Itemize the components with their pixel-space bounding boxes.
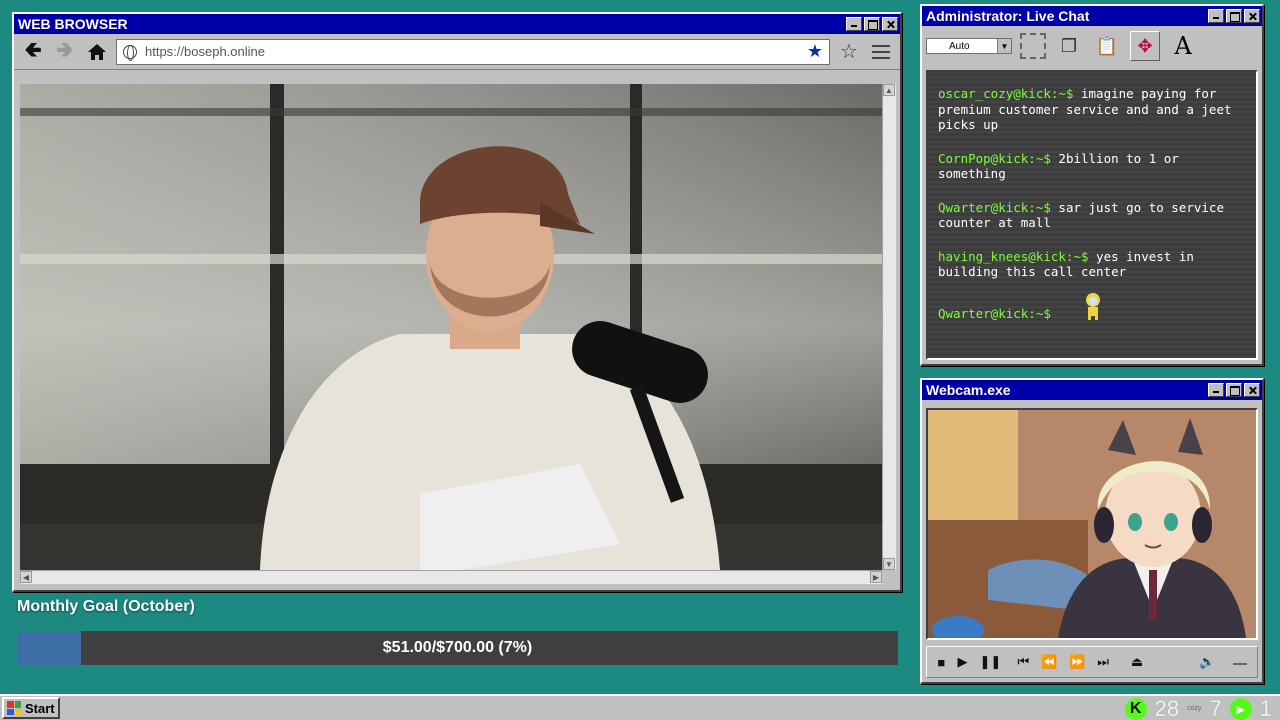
minimize-button[interactable]: [846, 17, 862, 31]
webcam-window: Webcam.exe ■ ▶ ❚❚ ⏮ ⏪ ⏩ ⏭ ⏏ 🔈: [920, 378, 1264, 684]
webcam-view: [926, 408, 1258, 640]
eject-icon[interactable]: ⏏: [1131, 654, 1143, 670]
fast-forward-icon[interactable]: ⏩: [1069, 654, 1085, 670]
scroll-down-icon[interactable]: ▼: [883, 558, 895, 570]
video-frame: [20, 84, 882, 570]
start-label: Start: [25, 700, 55, 716]
vtuber-avatar-image: [928, 410, 1256, 638]
scroll-right-icon[interactable]: ▶: [870, 571, 882, 583]
system-tray: K 28 cozy 7 ▶ 1: [1124, 696, 1272, 720]
move-icon[interactable]: ✥: [1130, 31, 1160, 61]
star-outline-icon: ☆: [840, 41, 858, 63]
play-circle-icon[interactable]: ▶: [1229, 698, 1252, 720]
scroll-up-icon[interactable]: ▲: [883, 84, 895, 96]
close-button[interactable]: [1244, 383, 1260, 397]
taskbar: Start K 28 cozy 7 ▶ 1: [0, 694, 1280, 720]
browser-toolbar: 🢀 🢂 https://boseph.online ★ ☆: [14, 34, 900, 70]
minimize-button[interactable]: [1208, 383, 1224, 397]
prompt-username: Qwarter@kick:~$: [938, 305, 1051, 321]
chat-username[interactable]: CornPop@kick:~$: [938, 151, 1051, 166]
cozy-logo: cozy: [1187, 705, 1201, 713]
home-button[interactable]: [84, 39, 110, 65]
paste-icon[interactable]: 📋: [1092, 31, 1122, 61]
chevron-down-icon: ▼: [997, 39, 1011, 53]
forward-button[interactable]: 🢂: [52, 37, 78, 65]
arrow-right-icon: 🢂: [56, 36, 74, 62]
minimize-button[interactable]: [1208, 9, 1224, 23]
bookmark-star-filled-icon[interactable]: ★: [807, 41, 823, 62]
chat-username[interactable]: Qwarter@kick:~$: [938, 200, 1051, 215]
chat-message: oscar_cozy@kick:~$ imagine paying for pr…: [938, 86, 1246, 133]
font-size-value: Auto: [949, 40, 970, 52]
live-chat-window: Administrator: Live Chat Auto ▼ ❐ 📋 ✥ A …: [920, 4, 1264, 366]
stop-icon[interactable]: ■: [937, 655, 946, 670]
select-tool-icon[interactable]: [1020, 33, 1046, 59]
viewer-count: 28: [1154, 696, 1180, 720]
maximize-button[interactable]: [1226, 9, 1242, 23]
windows-logo-icon: [7, 701, 21, 715]
hamburger-icon: [872, 44, 890, 59]
count-a: 7: [1209, 696, 1222, 720]
vertical-scrollbar[interactable]: ▲ ▼: [882, 84, 896, 570]
maximize-button[interactable]: [864, 17, 880, 31]
start-button[interactable]: Start: [2, 697, 60, 719]
close-button[interactable]: [882, 17, 898, 31]
copy-icon[interactable]: ❐: [1054, 31, 1084, 61]
skip-end-icon[interactable]: ⏭: [1097, 654, 1109, 670]
goal-title: Monthly Goal (October): [17, 598, 195, 615]
browser-window: WEB BROWSER 🢀 🢂 https://boseph.online ★ …: [12, 12, 902, 592]
horizontal-scrollbar[interactable]: ◀ ▶: [20, 570, 882, 584]
count-b: 1: [1259, 696, 1272, 720]
globe-icon: [123, 44, 137, 61]
webcam-title: Webcam.exe: [926, 382, 1011, 398]
scroll-left-icon[interactable]: ◀: [20, 571, 32, 583]
address-bar[interactable]: https://boseph.online ★: [116, 38, 830, 65]
skip-start-icon[interactable]: ⏮: [1018, 654, 1030, 670]
chat-titlebar[interactable]: Administrator: Live Chat: [922, 6, 1262, 26]
arrow-left-icon: 🢀: [24, 36, 42, 62]
webcam-titlebar[interactable]: Webcam.exe: [922, 380, 1262, 400]
goal-progress-text: $51.00/$700.00 (7%): [382, 639, 533, 656]
browser-titlebar[interactable]: WEB BROWSER: [14, 14, 900, 34]
home-icon: [88, 43, 106, 60]
play-icon[interactable]: ▶: [958, 654, 968, 670]
close-button[interactable]: [1244, 9, 1260, 23]
favorites-button[interactable]: ☆: [836, 39, 862, 65]
chat-messages: oscar_cozy@kick:~$ imagine paying for pr…: [926, 70, 1258, 360]
chat-username[interactable]: having_knees@kick:~$: [938, 249, 1089, 264]
video-player[interactable]: [20, 84, 882, 570]
chat-message: CornPop@kick:~$ 2billion to 1 or somethi…: [938, 151, 1246, 182]
font-icon[interactable]: A: [1168, 31, 1198, 61]
chat-username[interactable]: oscar_cozy@kick:~$: [938, 86, 1073, 101]
back-button[interactable]: 🢀: [20, 37, 46, 65]
volume-icon[interactable]: 🔈: [1199, 654, 1215, 670]
goal-progress-bar: $51.00/$700.00 (7%): [17, 631, 898, 665]
media-controls: ■ ▶ ❚❚ ⏮ ⏪ ⏩ ⏭ ⏏ 🔈: [926, 646, 1258, 678]
chat-message: Qwarter@kick:~$ sar just go to service c…: [938, 200, 1246, 231]
chat-message: having_knees@kick:~$ yes invest in build…: [938, 249, 1246, 280]
chat-title: Administrator: Live Chat: [926, 8, 1090, 24]
volume-slider[interactable]: [1233, 659, 1247, 665]
maximize-button[interactable]: [1226, 383, 1242, 397]
chat-prompt[interactable]: Qwarter@kick:~$: [938, 292, 1246, 322]
rewind-icon[interactable]: ⏪: [1041, 654, 1057, 670]
kick-logo-icon[interactable]: K: [1124, 698, 1147, 720]
mascot-icon: [1086, 292, 1100, 320]
browser-title: WEB BROWSER: [18, 16, 128, 32]
url-text[interactable]: https://boseph.online: [145, 44, 799, 59]
font-size-select[interactable]: Auto ▼: [926, 38, 1012, 54]
pause-icon[interactable]: ❚❚: [980, 654, 1002, 670]
menu-button[interactable]: [868, 39, 894, 65]
chat-toolbar: Auto ▼ ❐ 📋 ✥ A: [922, 26, 1262, 66]
cozy-label: cozy: [1187, 705, 1202, 712]
